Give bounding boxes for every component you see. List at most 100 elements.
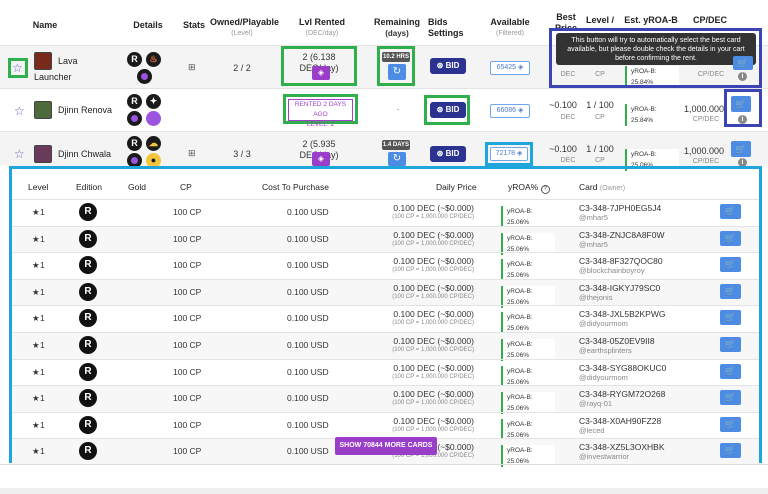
card-id[interactable]: C3-348-ZNJC8A8F0W (579, 230, 665, 240)
card-name[interactable]: Djinn Renova (58, 104, 112, 116)
stats-icon[interactable]: ⊞ (188, 62, 196, 73)
level-unit: CP (595, 157, 605, 164)
cp-value: 100 CP (173, 207, 202, 217)
card-owner[interactable]: @didyourmom (579, 374, 628, 382)
card-owner[interactable]: @investwarrior (579, 453, 629, 461)
card-thumbnail[interactable] (34, 101, 52, 119)
best-price: ~0.100 (549, 100, 577, 110)
cart-icon[interactable]: 🛒 (720, 390, 741, 405)
level-value: 1 (40, 420, 45, 430)
card-id[interactable]: C3-348-05Z0EV9II8 (579, 336, 655, 346)
level-value: 1 (40, 260, 45, 270)
col-level-cp[interactable]: Level / (584, 15, 616, 26)
stats-icon[interactable]: ⊞ (188, 148, 196, 159)
card-name-line2[interactable]: Launcher (34, 71, 72, 83)
cart-icon[interactable]: 🛒 (731, 141, 751, 157)
layers-icon[interactable]: ◈ (312, 66, 330, 80)
cart-icon[interactable]: 🛒 (720, 443, 741, 458)
sub-col-card-label: Card (579, 182, 598, 192)
cart-icon[interactable]: 🛒 (720, 284, 741, 299)
col-lvl-rented[interactable]: Lvl Rented (DEC/day) (290, 17, 354, 39)
col-available-sub: (Filtered) (495, 30, 524, 37)
show-more-button[interactable]: SHOW 70844 MORE CARDS (335, 437, 437, 455)
cart-icon[interactable]: 🛒 (720, 204, 741, 219)
card-name[interactable]: Djinn Chwala (58, 148, 111, 160)
level-value: 1 (40, 234, 45, 244)
info-icon[interactable]: i (738, 115, 747, 124)
card-id[interactable]: C3-348-RYGM72O268 (579, 389, 665, 399)
card-owner[interactable]: @mhar5 (579, 214, 608, 222)
level-star-icon: ★ (32, 393, 40, 403)
level-value: 1 (40, 287, 45, 297)
edition-icon: R (79, 230, 97, 248)
daily-price: 0.100 DEC (~$0.000) (393, 416, 474, 426)
card-id[interactable]: C3-348-SYG88OKUC0 (579, 363, 666, 373)
card-owner[interactable]: @leced (579, 427, 605, 435)
cart-icon[interactable]: 🛒 (720, 337, 741, 352)
cart-icon[interactable]: 🛒 (720, 231, 741, 246)
level-star-icon: ★ (32, 313, 40, 323)
col-est-yroa[interactable]: Est. yROA-B (624, 15, 678, 26)
refresh-icon[interactable]: ↻ (388, 152, 406, 166)
cp-value: 100 CP (173, 340, 202, 350)
sub-col-yroa: yROA% ? (508, 182, 550, 194)
col-remaining-label: Remaining (373, 17, 420, 27)
card-name[interactable]: Lava (58, 55, 78, 67)
card-id[interactable]: C3-348-7JPH0EG5J4 (579, 203, 661, 213)
available-button[interactable]: 65425 ◈ (490, 61, 530, 75)
layers-icon: ◈ (518, 64, 524, 71)
cart-icon[interactable]: 🛒 (720, 417, 741, 432)
cart-icon[interactable]: 🛒 (720, 310, 741, 325)
bid-icon: ⊛ (436, 105, 444, 114)
cp-value: 100 CP (173, 260, 202, 270)
col-bids-label2: Settings (428, 28, 464, 38)
help-icon[interactable]: ? (540, 185, 550, 194)
star-icon[interactable]: ☆ (14, 148, 25, 160)
star-icon[interactable]: ☆ (12, 62, 23, 74)
card-owner[interactable]: @mhar5 (579, 241, 608, 249)
cart-icon[interactable]: 🛒 (733, 56, 753, 70)
yroa-value: yROA-B: 25.06% (501, 259, 555, 281)
daily-price-sub: (100 CP = 1,000.000 CP/DEC) (392, 320, 474, 326)
card-owner[interactable]: @rayq-01 (579, 400, 612, 408)
bid-button[interactable]: ⊛ BID (430, 58, 466, 74)
edition-icon: R (79, 416, 97, 434)
layers-icon[interactable]: ◈ (312, 152, 330, 166)
col-name[interactable]: Name (30, 20, 60, 31)
card-owner[interactable]: @didyourmom (579, 320, 628, 328)
bid-button[interactable]: ⊛ BID (430, 146, 466, 162)
edition-icon: R (79, 203, 97, 221)
cart-icon[interactable]: 🛒 (731, 96, 751, 112)
daily-price-sub: (100 CP = 1,000.000 CP/DEC) (392, 374, 474, 380)
star-icon[interactable]: ☆ (14, 105, 25, 117)
card-owner[interactable]: @blockchainboyroy (579, 267, 645, 275)
card-owner[interactable]: @thejonis (579, 294, 612, 302)
edition-icon: R (79, 283, 97, 301)
card-id[interactable]: C3-348-IGKYJ79SC0 (579, 283, 660, 293)
col-available[interactable]: Available (Filtered) (486, 17, 534, 39)
available-button[interactable]: 66086 ◈ (490, 104, 530, 118)
daily-price: 0.100 DEC (~$0.000) (393, 256, 474, 266)
card-owner[interactable]: @earthsplinters (579, 347, 632, 355)
col-owned-sub: (Level) (231, 30, 253, 37)
edition-icon: R (79, 256, 97, 274)
col-owned[interactable]: Owned/Playable (Level) (210, 17, 279, 39)
col-remaining[interactable]: Remaining (days) (370, 17, 424, 39)
available-button[interactable]: 72178 ◈ (490, 147, 528, 161)
cart-icon[interactable]: 🛒 (720, 364, 741, 379)
level-value: 1 (40, 446, 45, 456)
card-thumbnail[interactable] (34, 52, 52, 70)
card-id[interactable]: C3-348-X0AH90FZ28 (579, 416, 661, 426)
bid-button[interactable]: ⊛ BID (430, 102, 466, 118)
card-thumbnail[interactable] (34, 145, 52, 163)
card-id[interactable]: C3-348-XZ5L3OXHBK (579, 442, 665, 452)
ability-icon (146, 111, 161, 126)
refresh-icon[interactable]: ↻ (388, 64, 406, 80)
cpdec-unit: CP/DEC (692, 116, 720, 123)
col-cp-dec[interactable]: CP/DEC (688, 15, 732, 26)
cart-icon[interactable]: 🛒 (720, 257, 741, 272)
card-id[interactable]: C3-348-8F327QOC80 (579, 256, 663, 266)
card-id[interactable]: C3-348-JXL5B2KPWG (579, 309, 665, 319)
fire-element-icon: ♨ (146, 52, 161, 67)
cp-value: 100 CP (173, 234, 202, 244)
